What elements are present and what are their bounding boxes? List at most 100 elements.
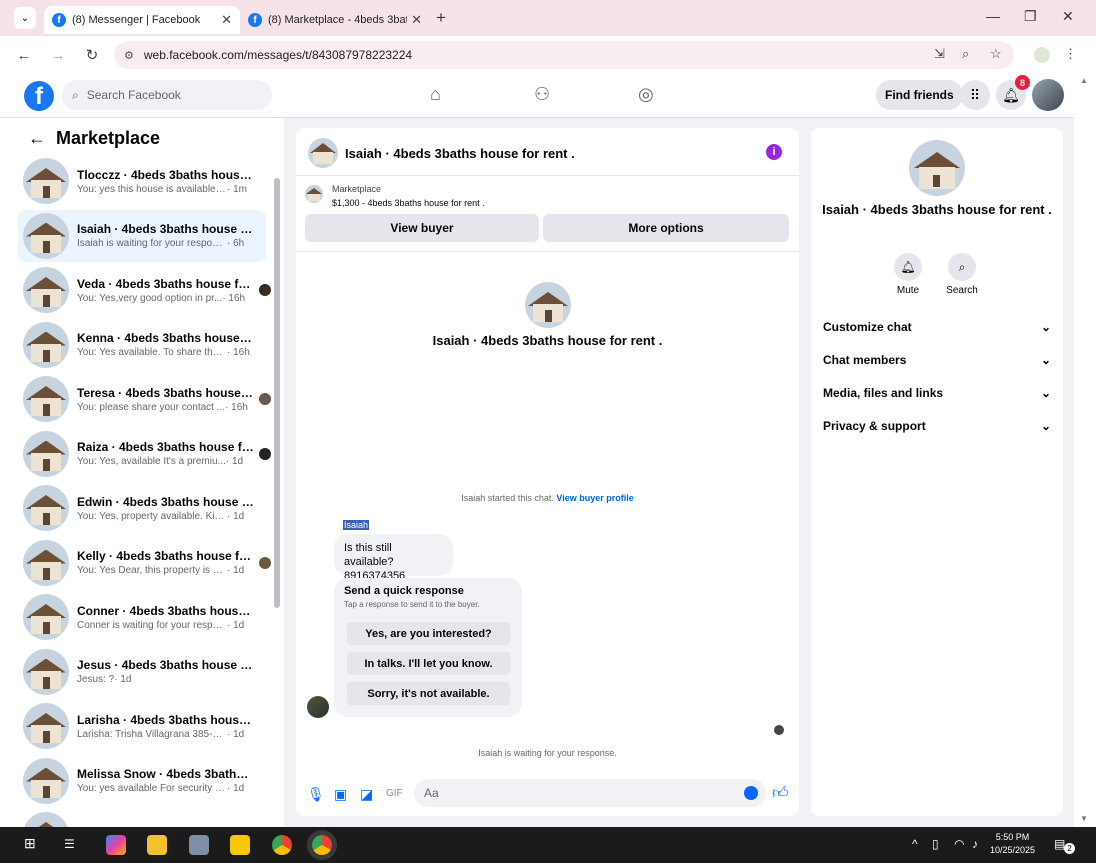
tray-chevron-icon[interactable]: ^ xyxy=(912,837,918,851)
close-tab-icon[interactable]: ✕ xyxy=(221,12,232,28)
facebook-search-input[interactable]: ⌕ Search Facebook xyxy=(62,80,272,110)
groups-icon[interactable]: ◎ xyxy=(638,84,654,105)
close-tab-icon[interactable]: ✕ xyxy=(411,12,422,28)
conversation-item[interactable]: Kenna · 4beds 3baths house for ... You: Y… xyxy=(18,319,266,371)
address-bar-row: ← → ↻ ⚙ web.facebook.com/messages/t/8430… xyxy=(0,36,1096,74)
chat-avatar[interactable] xyxy=(308,138,338,168)
forward-icon[interactable]: → xyxy=(48,47,68,64)
system-clock[interactable]: 5:50 PM 10/25/2025 xyxy=(990,831,1035,857)
conversation-item[interactable]: Veda · 4beds 3baths house fo... You: Yes,… xyxy=(18,264,271,316)
listing-price[interactable]: $1,300 - 4beds 3baths house for rent . xyxy=(332,198,485,208)
find-friends-button[interactable]: Find friends xyxy=(876,80,963,110)
install-icon[interactable]: ⇲ xyxy=(934,46,945,62)
scroll-down-icon[interactable]: ▼ xyxy=(1080,814,1088,823)
chrome-icon[interactable] xyxy=(272,835,292,855)
conversation-scrollbar[interactable] xyxy=(273,158,280,818)
message-input[interactable]: Aa xyxy=(414,779,766,807)
quick-response-card: Send a quick response Tap a response to … xyxy=(334,578,522,717)
windows-start-icon[interactable]: ⊞ xyxy=(24,835,36,852)
scrollbar-thumb[interactable] xyxy=(274,178,280,608)
conversation-item[interactable]: Isaiah · 4beds 3baths house for ... Isaia… xyxy=(18,209,266,262)
media-files-links-row[interactable]: Media, files and links ⌄ xyxy=(823,386,1051,400)
home-icon[interactable]: ⌂ xyxy=(430,84,441,105)
app-icon[interactable] xyxy=(189,835,209,855)
conversation-snippet: Jesus: ? xyxy=(77,674,115,685)
file-explorer-icon[interactable] xyxy=(147,835,167,855)
conversation-avatar xyxy=(23,376,69,422)
conversation-item[interactable]: Edwin · 4beds 3baths house for ... You: Y… xyxy=(18,482,266,534)
extension-icon[interactable] xyxy=(1034,47,1050,63)
like-thumbs-up-icon[interactable]: 👍︎ xyxy=(772,784,789,803)
wifi-icon[interactable]: ◠ xyxy=(954,837,964,851)
view-buyer-profile-link[interactable]: View buyer profile xyxy=(556,493,633,503)
copilot-icon[interactable] xyxy=(106,835,126,855)
task-view-icon[interactable]: ☰ xyxy=(64,837,75,851)
bookmark-star-icon[interactable]: ☆ xyxy=(990,46,1002,62)
facebook-logo-icon[interactable]: f xyxy=(24,81,54,111)
conversation-item[interactable]: Kelly · 4beds 3baths house fo... You: Yes… xyxy=(18,537,271,589)
conversation-avatar xyxy=(23,430,69,477)
photo-icon[interactable]: ▣ xyxy=(334,786,347,803)
conversation-name: Jesus · 4beds 3baths house for r... xyxy=(77,658,255,672)
zoom-icon[interactable]: ⌕ xyxy=(962,46,969,62)
search-label: Search xyxy=(946,285,978,296)
microphone-icon[interactable]: 🎙︎ xyxy=(307,786,325,803)
buyer-avatar[interactable] xyxy=(307,696,329,718)
conversation-item[interactable]: Teresa · 4beds 3baths house f... You: ple… xyxy=(18,373,271,425)
back-icon[interactable]: ← xyxy=(14,47,34,64)
tab-search-button[interactable]: ⌄ xyxy=(14,7,36,29)
minimize-icon[interactable]: — xyxy=(986,8,1000,24)
menu-grid-icon[interactable]: ⠿ xyxy=(960,80,990,110)
tab-marketplace[interactable]: f (8) Marketplace - 4beds 3baths ✕ xyxy=(240,6,430,34)
customize-chat-row[interactable]: Customize chat ⌄ xyxy=(823,320,1051,334)
back-arrow-icon[interactable]: ← xyxy=(28,128,46,149)
new-tab-icon[interactable]: + xyxy=(436,8,446,28)
quick-response-in-talks[interactable]: In talks. I'll let you know. xyxy=(347,652,510,675)
section-label: Customize chat xyxy=(823,320,912,334)
browser-menu-icon[interactable]: ⋮ xyxy=(1064,46,1077,62)
chrome-active-icon[interactable] xyxy=(312,835,332,855)
reload-icon[interactable]: ↻ xyxy=(82,46,102,64)
conversation-snippet: You: Yes, property available. Kindly ... xyxy=(77,510,227,522)
restore-icon[interactable]: ❐ xyxy=(1024,8,1037,25)
search-action[interactable]: ⌕ Search xyxy=(932,253,992,296)
quick-response-not-available[interactable]: Sorry, it's not available. xyxy=(347,682,510,705)
conversation-item[interactable]: Eve · 4beds 3baths house for ... xyxy=(18,809,266,827)
conversation-item[interactable]: Melissa Snow · 4beds 3baths ho... You: ye… xyxy=(18,755,266,807)
chat-title[interactable]: Isaiah · 4beds 3baths house for rent . xyxy=(345,146,575,161)
conversation-text: Isaiah · 4beds 3baths house for ... Isaia… xyxy=(77,222,255,249)
sticker-icon[interactable]: ◪ xyxy=(360,786,373,803)
conversation-item[interactable]: Larisha · 4beds 3baths house fo... Larish… xyxy=(18,700,266,752)
window-close-icon[interactable]: ✕ xyxy=(1062,8,1074,25)
conversation-time: · 1d xyxy=(225,456,244,467)
battery-icon[interactable]: ▯ xyxy=(932,837,939,851)
listing-thumbnail xyxy=(305,185,323,203)
conversation-text: Tlocczz · 4beds 3baths house fo... You: y… xyxy=(77,168,255,195)
gif-icon[interactable]: GIF xyxy=(386,788,403,799)
conversation-item[interactable]: Raiza · 4beds 3baths house fo... You: Yes… xyxy=(18,428,271,480)
privacy-support-row[interactable]: Privacy & support ⌄ xyxy=(823,419,1051,433)
friends-icon[interactable]: ⚇ xyxy=(534,84,550,105)
quick-response-yes[interactable]: Yes, are you interested? xyxy=(347,622,510,645)
emoji-icon[interactable] xyxy=(744,786,758,800)
sticky-app-icon[interactable] xyxy=(230,835,250,855)
profile-avatar[interactable] xyxy=(1032,79,1064,111)
marketplace-label: Marketplace xyxy=(332,184,382,194)
view-buyer-button[interactable]: View buyer xyxy=(305,214,539,242)
site-info-icon[interactable]: ⚙ xyxy=(124,49,134,62)
volume-icon[interactable]: ♪ xyxy=(972,837,978,851)
chat-members-row[interactable]: Chat members ⌄ xyxy=(823,353,1051,367)
info-icon[interactable]: i xyxy=(766,144,782,160)
marketplace-title: Marketplace xyxy=(56,128,161,148)
conversation-time: · 16h xyxy=(227,347,250,358)
conversation-name: Kelly · 4beds 3baths house fo... xyxy=(77,549,255,563)
scroll-up-icon[interactable]: ▲ xyxy=(1080,76,1088,85)
url-field[interactable]: ⚙ web.facebook.com/messages/t/8430879782… xyxy=(114,41,1014,69)
mute-action[interactable]: 🔔︎ Mute xyxy=(878,253,938,296)
page-scrollbar[interactable]: ▲ ▼ xyxy=(1074,74,1096,827)
conversation-item[interactable]: Tlocczz · 4beds 3baths house fo... You: y… xyxy=(18,155,266,207)
conversation-item[interactable]: Conner · 4beds 3baths house fo... Conner … xyxy=(18,591,266,643)
tab-messenger[interactable]: f (8) Messenger | Facebook ✕ xyxy=(44,6,240,34)
more-options-button[interactable]: More options xyxy=(543,214,789,242)
conversation-item[interactable]: Jesus · 4beds 3baths house for r... Jesus… xyxy=(18,646,266,698)
